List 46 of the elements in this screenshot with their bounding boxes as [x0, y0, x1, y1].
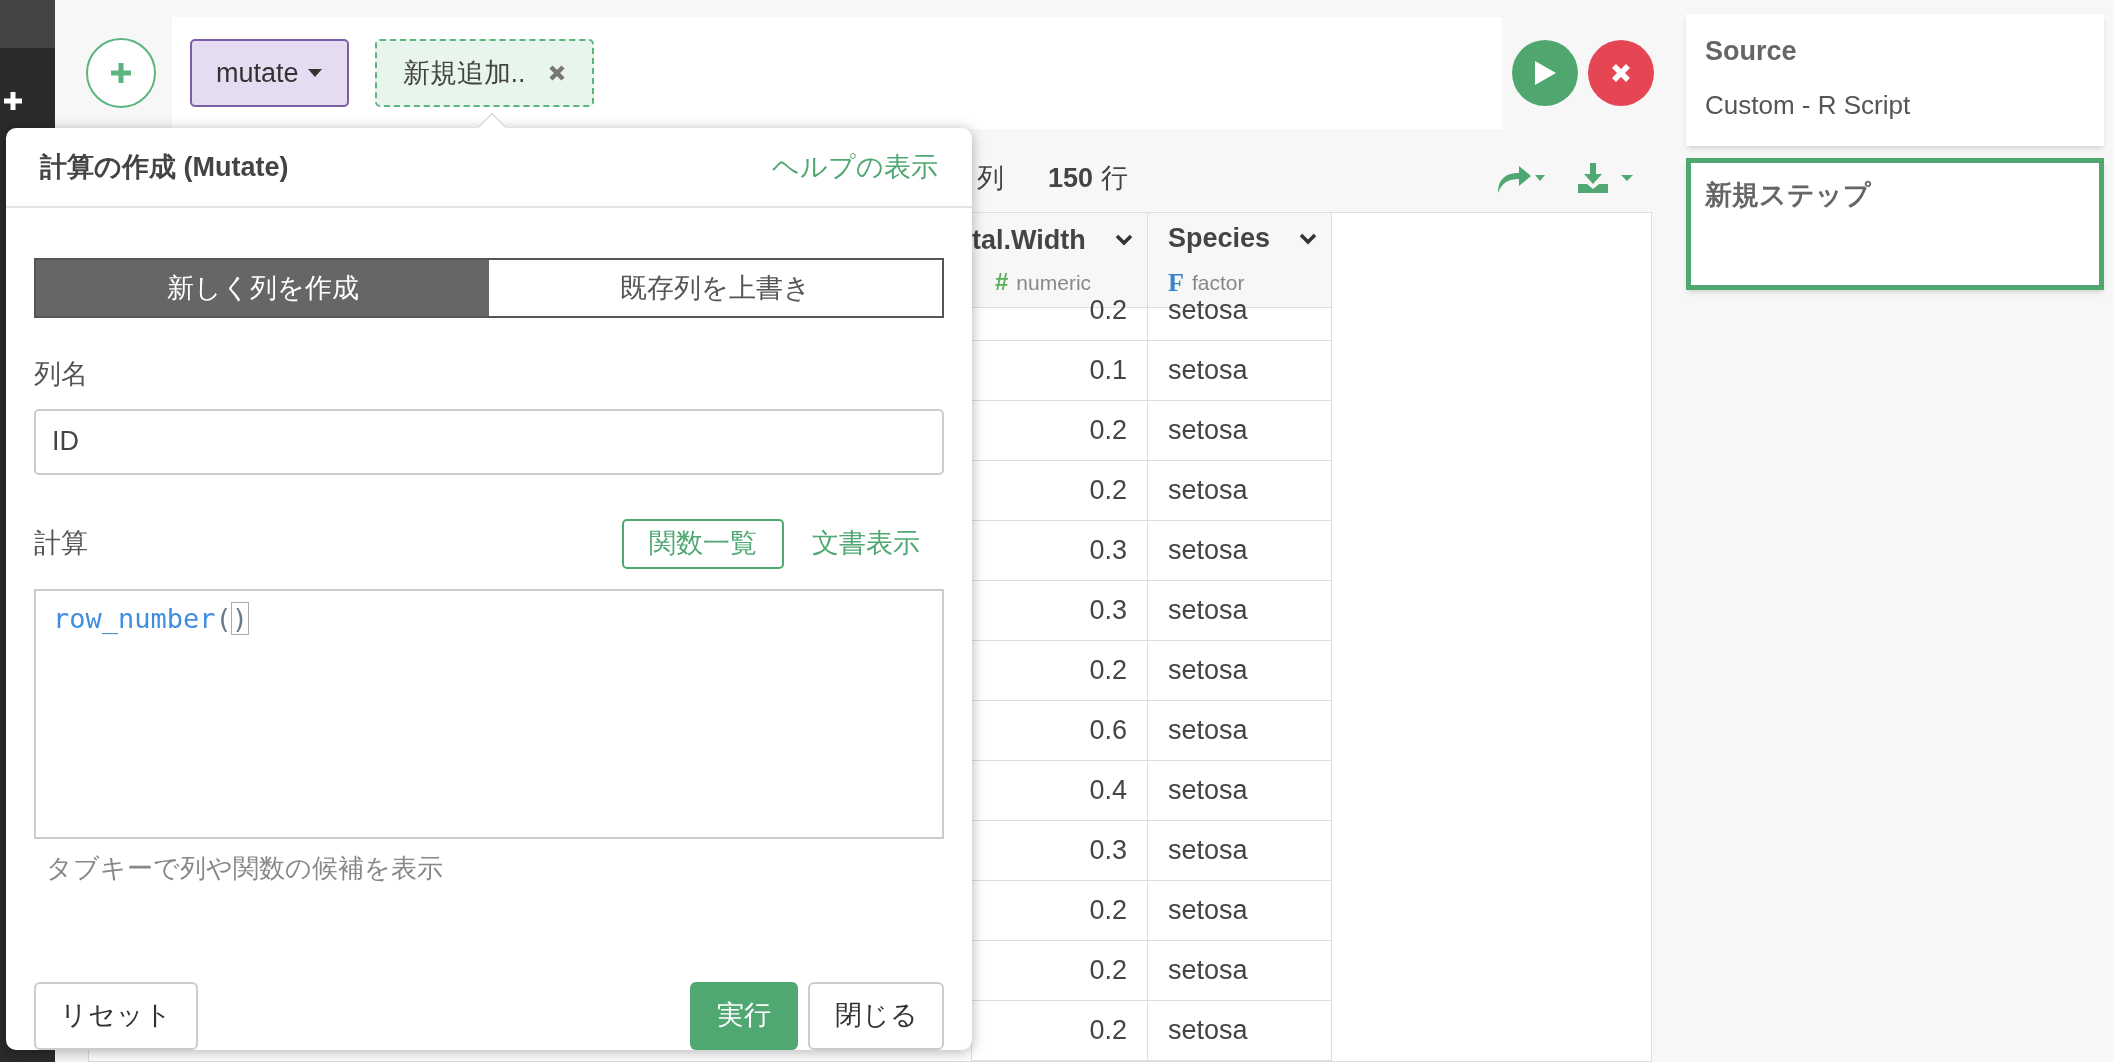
table-cell: setosa	[1148, 641, 1331, 701]
step-label: 新規追加..	[402, 56, 526, 90]
row-count: 150 行	[1048, 161, 1128, 195]
step-title: Source	[1705, 35, 1798, 68]
reset-button[interactable]: リセット	[34, 981, 198, 1050]
code-text: row_number()	[53, 601, 249, 636]
column-name: Species	[1168, 222, 1271, 256]
chevron-down-icon[interactable]	[1299, 232, 1317, 245]
table-cell: setosa	[1148, 341, 1331, 401]
play-icon	[1533, 60, 1557, 86]
plus-icon	[108, 60, 134, 86]
step-card[interactable]: Source Custom - R Script	[1686, 14, 2104, 146]
table-cell: setosa	[1148, 701, 1331, 761]
column-type: factor	[1191, 269, 1245, 296]
chevron-down-icon[interactable]	[1115, 234, 1133, 246]
code-editor[interactable]: row_number()	[34, 588, 944, 839]
column-name-field[interactable]: ID	[34, 408, 944, 475]
table-cell: setosa	[1148, 581, 1331, 641]
mode-tab[interactable]: 新しく列を作成	[36, 260, 489, 316]
hint-text: タブキーで列や関数の候補を表示	[46, 851, 444, 885]
sidebar-header	[0, 0, 55, 48]
command-dropdown[interactable]: mutate	[190, 39, 349, 107]
table-cell: setosa	[1148, 521, 1331, 581]
table-cell: setosa	[1148, 461, 1331, 521]
caret-icon	[306, 68, 323, 78]
calculation-label: 計算	[34, 527, 88, 561]
step-card[interactable]: 新規ステップ	[1686, 158, 2104, 290]
close-icon[interactable]	[547, 64, 566, 82]
plus-icon[interactable]	[2, 90, 24, 112]
table-cell: setosa	[1148, 881, 1331, 941]
column-name-label: 列名	[34, 358, 89, 391]
table-cell: setosa	[1148, 761, 1331, 821]
table-cell: setosa	[1148, 821, 1331, 881]
table-cell: setosa	[1148, 1001, 1331, 1061]
step-subtitle: Custom - R Script	[1705, 88, 1912, 122]
step-chip[interactable]: 新規追加..	[374, 39, 594, 107]
column-name: tal.Width	[972, 223, 1086, 257]
factor-type-icon: F	[1168, 262, 1184, 302]
close-button[interactable]: 閉じる	[808, 981, 944, 1050]
column-count-label: 列	[977, 161, 1004, 195]
close-icon	[1611, 63, 1631, 83]
table-cell: setosa	[1148, 941, 1331, 1001]
step-title: 新規ステップ	[1705, 179, 1872, 212]
table-cell: setosa	[1148, 401, 1331, 461]
dialog-title: 計算の作成 (Mutate)	[40, 150, 289, 184]
download-icon[interactable]	[1577, 162, 1635, 194]
